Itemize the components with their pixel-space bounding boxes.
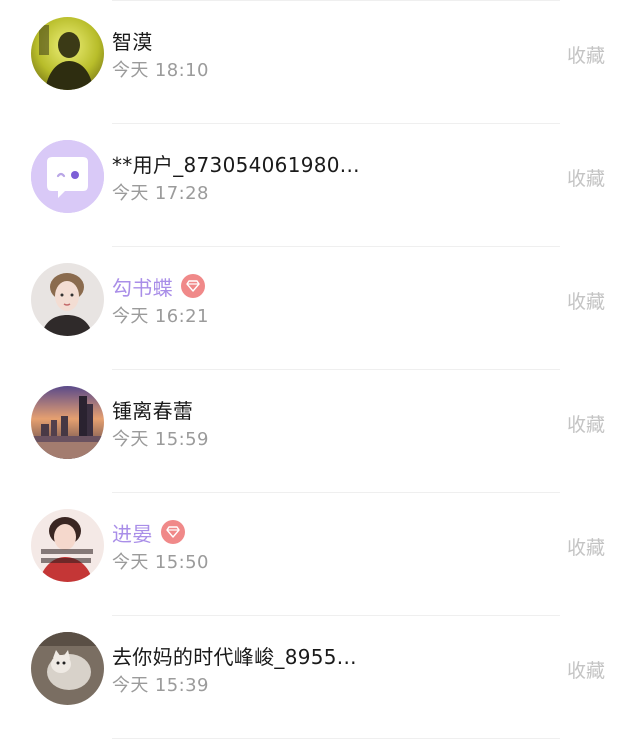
list-item[interactable]: 勾书蝶 今天 16:21 收藏	[0, 246, 640, 369]
list-item[interactable]: **用户_873054061980... 今天 17:28 收藏	[0, 123, 640, 246]
vip-diamond-icon	[180, 274, 205, 298]
visitor-name[interactable]: 勾书蝶	[112, 272, 173, 301]
favorite-button[interactable]: 收藏	[567, 533, 605, 560]
visit-time: 今天 15:50	[112, 552, 209, 573]
list-item[interactable]: 锺离春蕾 今天 15:59 收藏	[0, 369, 640, 492]
divider	[112, 738, 560, 739]
visitor-name[interactable]: 去你妈的时代峰峻_8955...	[112, 641, 357, 670]
favorite-button[interactable]: 收藏	[567, 656, 605, 683]
favorite-button[interactable]: 收藏	[567, 410, 605, 437]
visit-time: 今天 15:59	[112, 429, 209, 450]
favorite-button[interactable]: 收藏	[567, 41, 605, 68]
name-line: 智漠	[112, 25, 153, 55]
visit-time: 今天 17:28	[112, 183, 209, 204]
avatar[interactable]	[31, 509, 104, 582]
visitor-name[interactable]: 进晏	[112, 518, 153, 547]
vip-diamond-icon	[160, 520, 185, 544]
visit-time: 今天 18:10	[112, 60, 209, 81]
favorite-button[interactable]: 收藏	[567, 164, 605, 191]
name-line: **用户_873054061980...	[112, 148, 360, 178]
visitor-name[interactable]: **用户_873054061980...	[112, 149, 360, 178]
list-item[interactable]: 去你妈的时代峰峻_8955... 今天 15:39 收藏	[0, 615, 640, 738]
visitor-name[interactable]: 智漠	[112, 26, 153, 55]
favorite-button[interactable]: 收藏	[567, 287, 605, 314]
list-item[interactable]: 智漠 今天 18:10 收藏	[0, 0, 640, 123]
name-line: 锺离春蕾	[112, 394, 193, 424]
list-item[interactable]: 进晏 今天 15:50 收藏	[0, 492, 640, 615]
name-line: 进晏	[112, 517, 185, 547]
name-line: 去你妈的时代峰峻_8955...	[112, 640, 357, 670]
avatar[interactable]	[31, 17, 104, 90]
default-avatar[interactable]	[31, 140, 104, 213]
avatar[interactable]	[31, 386, 104, 459]
visitor-name[interactable]: 锺离春蕾	[112, 395, 193, 424]
chat-bubble-icon	[31, 140, 104, 213]
visit-time: 今天 16:21	[112, 306, 209, 327]
visit-time: 今天 15:39	[112, 675, 209, 696]
name-line: 勾书蝶	[112, 271, 205, 301]
avatar[interactable]	[31, 632, 104, 705]
avatar[interactable]	[31, 263, 104, 336]
